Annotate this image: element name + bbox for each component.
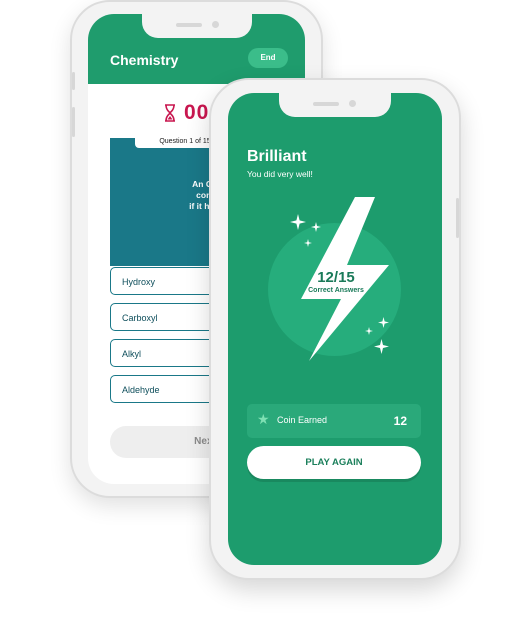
score-label: Correct Answers (308, 287, 364, 294)
volume-button (72, 107, 75, 137)
quiz-title: Chemistry (110, 52, 179, 68)
score-value: 12/15 (317, 269, 355, 286)
speaker (175, 23, 202, 27)
coin-earned-box: ★ Coin Earned 12 (247, 404, 421, 438)
front-phone-screen: Brilliant You did very well! 12/15 Corre… (228, 93, 442, 565)
end-button[interactable]: End (248, 48, 288, 68)
hourglass-icon (165, 104, 175, 122)
sparkle-icon (378, 317, 389, 328)
front-phone: Brilliant You did very well! 12/15 Corre… (209, 78, 461, 580)
sparkle-icon (290, 214, 306, 230)
coin-label: Coin Earned (277, 415, 328, 425)
score-block: 12/15 Correct Answers (276, 269, 396, 294)
volume-button (72, 72, 75, 90)
phone-notch (279, 93, 391, 117)
play-again-button[interactable]: PLAY AGAIN (247, 446, 421, 479)
result-subtitle: You did very well! (247, 169, 313, 179)
camera (349, 100, 356, 107)
sparkle-icon (365, 327, 373, 335)
speaker (313, 102, 339, 106)
power-button (456, 198, 459, 238)
sparkle-icon (311, 222, 321, 232)
camera (211, 21, 219, 28)
sparkle-icon (374, 339, 389, 354)
sparkle-icon (304, 239, 312, 247)
phone-notch (141, 14, 252, 38)
star-icon: ★ (257, 411, 270, 427)
result-title: Brilliant (247, 148, 307, 165)
coin-value: 12 (393, 414, 407, 428)
